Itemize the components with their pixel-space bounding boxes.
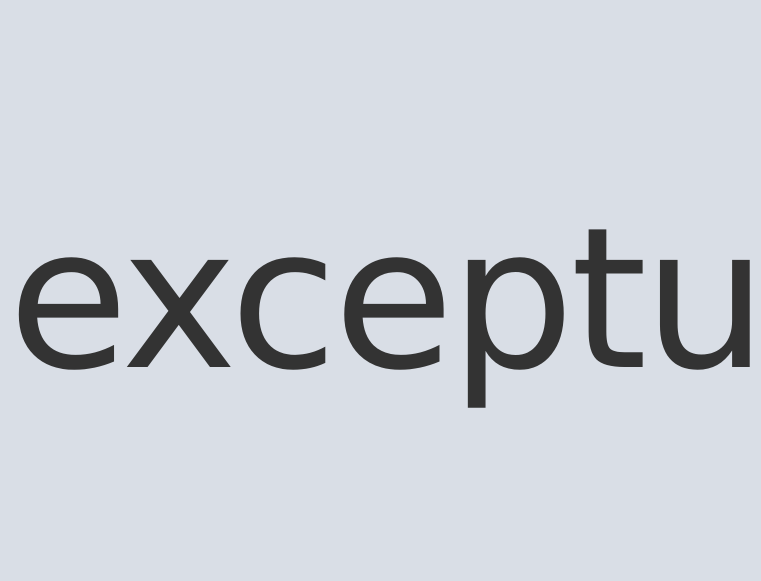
display-canvas: excepturi (0, 0, 761, 581)
display-text: excepturi (8, 186, 761, 414)
